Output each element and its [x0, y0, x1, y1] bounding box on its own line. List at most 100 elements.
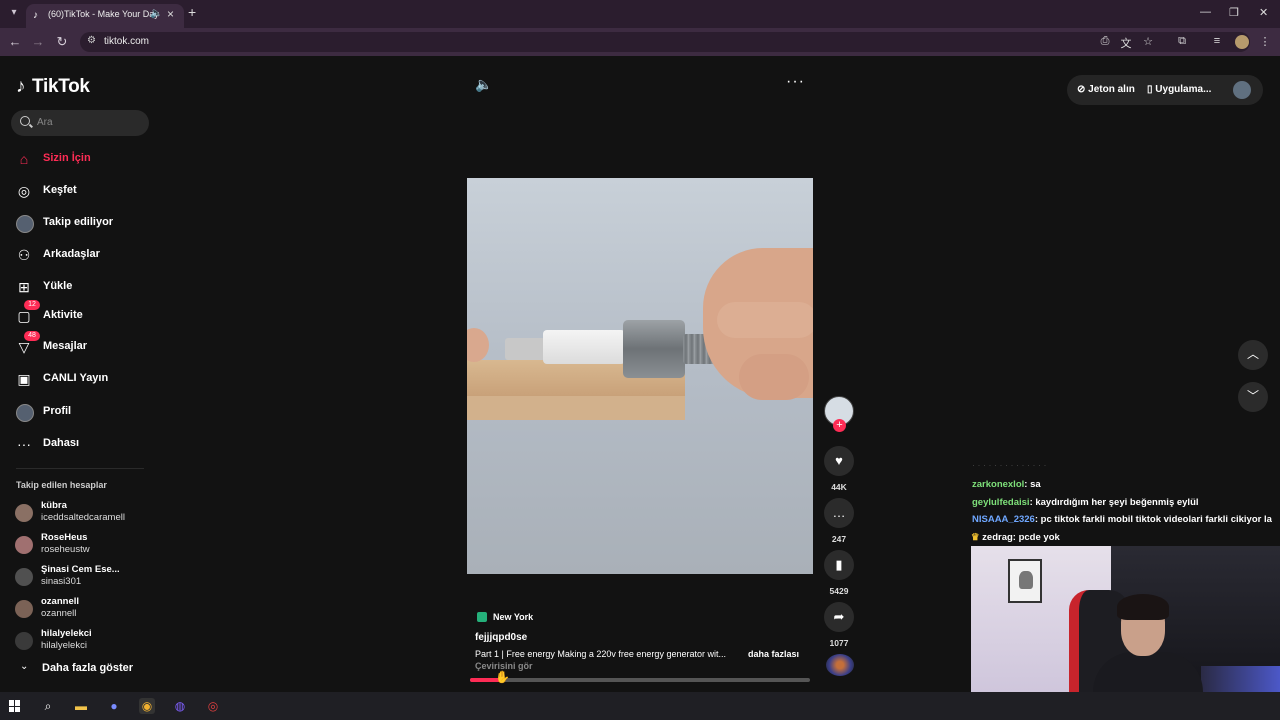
tab-search-icon[interactable]: ▾	[6, 5, 22, 21]
comment-count: 247	[831, 534, 847, 544]
video-options-icon[interactable]: ···	[786, 73, 805, 91]
chat-message: geylulfedaisi: kaydırdığım her şeyi beğe…	[972, 497, 1199, 508]
save-button[interactable]: ▮ 5429	[823, 550, 855, 596]
nav-explore[interactable]: ◎ Keşfet	[16, 180, 156, 202]
nav-activity[interactable]: ▢ 12 Aktivite	[16, 300, 156, 327]
search-input[interactable]: Ara	[11, 110, 149, 136]
windows-start-icon[interactable]	[9, 700, 21, 712]
following-account[interactable]: hilalyelekci hilalyelekci	[15, 628, 155, 658]
nav-label: Arkadaşlar	[43, 248, 100, 260]
account-name: RoseHeus	[41, 532, 88, 543]
tiktok-note-icon: ♪	[16, 76, 26, 97]
nav-following[interactable]: Takip ediliyor	[16, 212, 156, 234]
sidebar-divider	[16, 468, 144, 469]
account-name: hilalyelekci	[41, 628, 92, 639]
site-info-icon[interactable]: ⚙	[87, 35, 96, 46]
save-count: 5429	[829, 586, 849, 596]
browser-profile-avatar[interactable]	[1235, 35, 1249, 49]
show-more-button[interactable]: ⌄ Daha fazla göster	[16, 661, 146, 677]
like-count: 44K	[831, 482, 847, 492]
messages-icon: ▽	[18, 339, 30, 355]
video-author[interactable]: fejjjqpd0se	[475, 632, 527, 643]
share-arrow-icon: ➦	[824, 602, 854, 632]
nav-messages[interactable]: ▽ 48 Mesajlar	[16, 331, 156, 358]
account-username: hilalyelekci	[41, 640, 87, 651]
app-icon[interactable]: ●	[106, 698, 122, 714]
search-icon[interactable]: ⌕	[40, 698, 56, 714]
get-app-button[interactable]: ▯ Uygulama...	[1147, 84, 1211, 95]
share-button[interactable]: ➦ 1077	[823, 602, 855, 648]
compass-icon: ◎	[17, 183, 31, 199]
following-account[interactable]: Şinasi Cem Ese... sinasi301	[15, 564, 155, 594]
nav-label: Yükle	[43, 280, 73, 292]
get-coins-button[interactable]: ⊘ Jeton alın	[1077, 84, 1135, 95]
url-text: tiktok.com	[104, 36, 150, 47]
user-avatar[interactable]	[1233, 81, 1251, 99]
music-disc-icon[interactable]	[826, 654, 854, 676]
back-icon[interactable]: ←	[7, 34, 23, 49]
following-account[interactable]: ozannell ozannell	[15, 596, 155, 626]
tiktok-favicon-icon: ♪	[33, 10, 38, 21]
account-username: roseheustw	[41, 544, 90, 555]
video-progress-bar[interactable]	[470, 678, 810, 682]
close-icon[interactable]: ×	[167, 7, 174, 21]
account-username: iceddsaltedcaramell	[41, 512, 125, 523]
speaker-icon[interactable]: 🔈	[150, 8, 162, 19]
nav-upload[interactable]: ⊞ Yükle	[16, 276, 156, 298]
upload-icon: ⊞	[18, 279, 30, 295]
new-tab-icon[interactable]: +	[188, 4, 196, 20]
nav-for-you[interactable]: ⌂ Sizin İçin	[16, 148, 156, 170]
like-button[interactable]: ♥ 44K	[823, 446, 855, 492]
recorder-icon[interactable]: ◎	[205, 698, 221, 714]
video-player[interactable]	[467, 178, 813, 574]
avatar	[15, 504, 33, 522]
avatar	[15, 568, 33, 586]
window-close-icon[interactable]: ✕	[1259, 6, 1268, 19]
discord-icon[interactable]: ◍	[172, 698, 188, 714]
menu-icon[interactable]: ⋮	[1258, 35, 1272, 48]
bookmark-icon: ▮	[824, 550, 854, 580]
url-field[interactable]: ⚙ tiktok.com	[80, 32, 1250, 52]
volume-icon[interactable]: 🔈	[475, 76, 492, 93]
address-bar-row: ← → ↻ ⚙ tiktok.com ⎙ 文 ☆ ⧉ ≡ ⋮	[0, 28, 1280, 56]
comment-icon: …	[824, 498, 854, 528]
follow-plus-icon[interactable]: +	[833, 419, 846, 432]
tiktok-logo[interactable]: ♪ TikTok	[16, 76, 90, 98]
video-frame-detail	[467, 328, 489, 362]
nav-friends[interactable]: ⚇ Arkadaşlar	[16, 244, 156, 266]
tab-title: (60)TikTok - Make Your Day	[48, 9, 159, 19]
following-account[interactable]: kübra iceddsaltedcaramell	[15, 500, 155, 530]
chrome-icon[interactable]: ◉	[139, 698, 155, 714]
restore-icon[interactable]: ❐	[1229, 6, 1239, 19]
nav-profile[interactable]: Profil	[16, 401, 156, 423]
reload-icon[interactable]: ↻	[54, 34, 70, 50]
extensions-icon[interactable]: ⧉	[1175, 35, 1189, 48]
translate-icon[interactable]: 文	[1119, 35, 1133, 51]
account-name: Şinasi Cem Ese...	[41, 564, 120, 575]
following-account[interactable]: RoseHeus roseheustw	[15, 532, 155, 562]
search-icon	[20, 116, 30, 126]
minimize-icon[interactable]: —	[1200, 6, 1211, 18]
install-icon[interactable]: ⎙	[1098, 35, 1112, 48]
nav-live[interactable]: ▣ CANLI Yayın	[16, 368, 156, 390]
location-pin-icon	[477, 612, 487, 622]
nav-label: Keşfet	[43, 184, 77, 196]
nav-label: Sizin İçin	[43, 152, 91, 164]
reading-list-icon[interactable]: ≡	[1210, 35, 1224, 47]
show-more-description[interactable]: daha fazlası	[748, 649, 799, 659]
nav-more[interactable]: ··· Dahası	[16, 433, 156, 455]
browser-tab[interactable]: ♪ (60)TikTok - Make Your Day 🔈 ×	[26, 4, 184, 28]
comment-button[interactable]: … 247	[823, 498, 855, 544]
previous-video-button[interactable]: ︿	[1238, 340, 1268, 370]
video-frame-detail	[467, 396, 685, 420]
chat-message: zarkonexlol: sa	[972, 479, 1041, 490]
video-description: Part 1 | Free energy Making a 220v free …	[475, 649, 726, 659]
heart-icon: ♥	[824, 446, 854, 476]
forward-icon[interactable]: →	[30, 34, 46, 49]
file-explorer-icon[interactable]: ▬	[73, 698, 89, 714]
bookmark-star-icon[interactable]: ☆	[1141, 35, 1155, 48]
following-avatar	[16, 215, 34, 233]
avatar	[15, 632, 33, 650]
next-video-button[interactable]: ﹀	[1238, 382, 1268, 412]
following-accounts-title: Takip edilen hesaplar	[16, 480, 107, 490]
